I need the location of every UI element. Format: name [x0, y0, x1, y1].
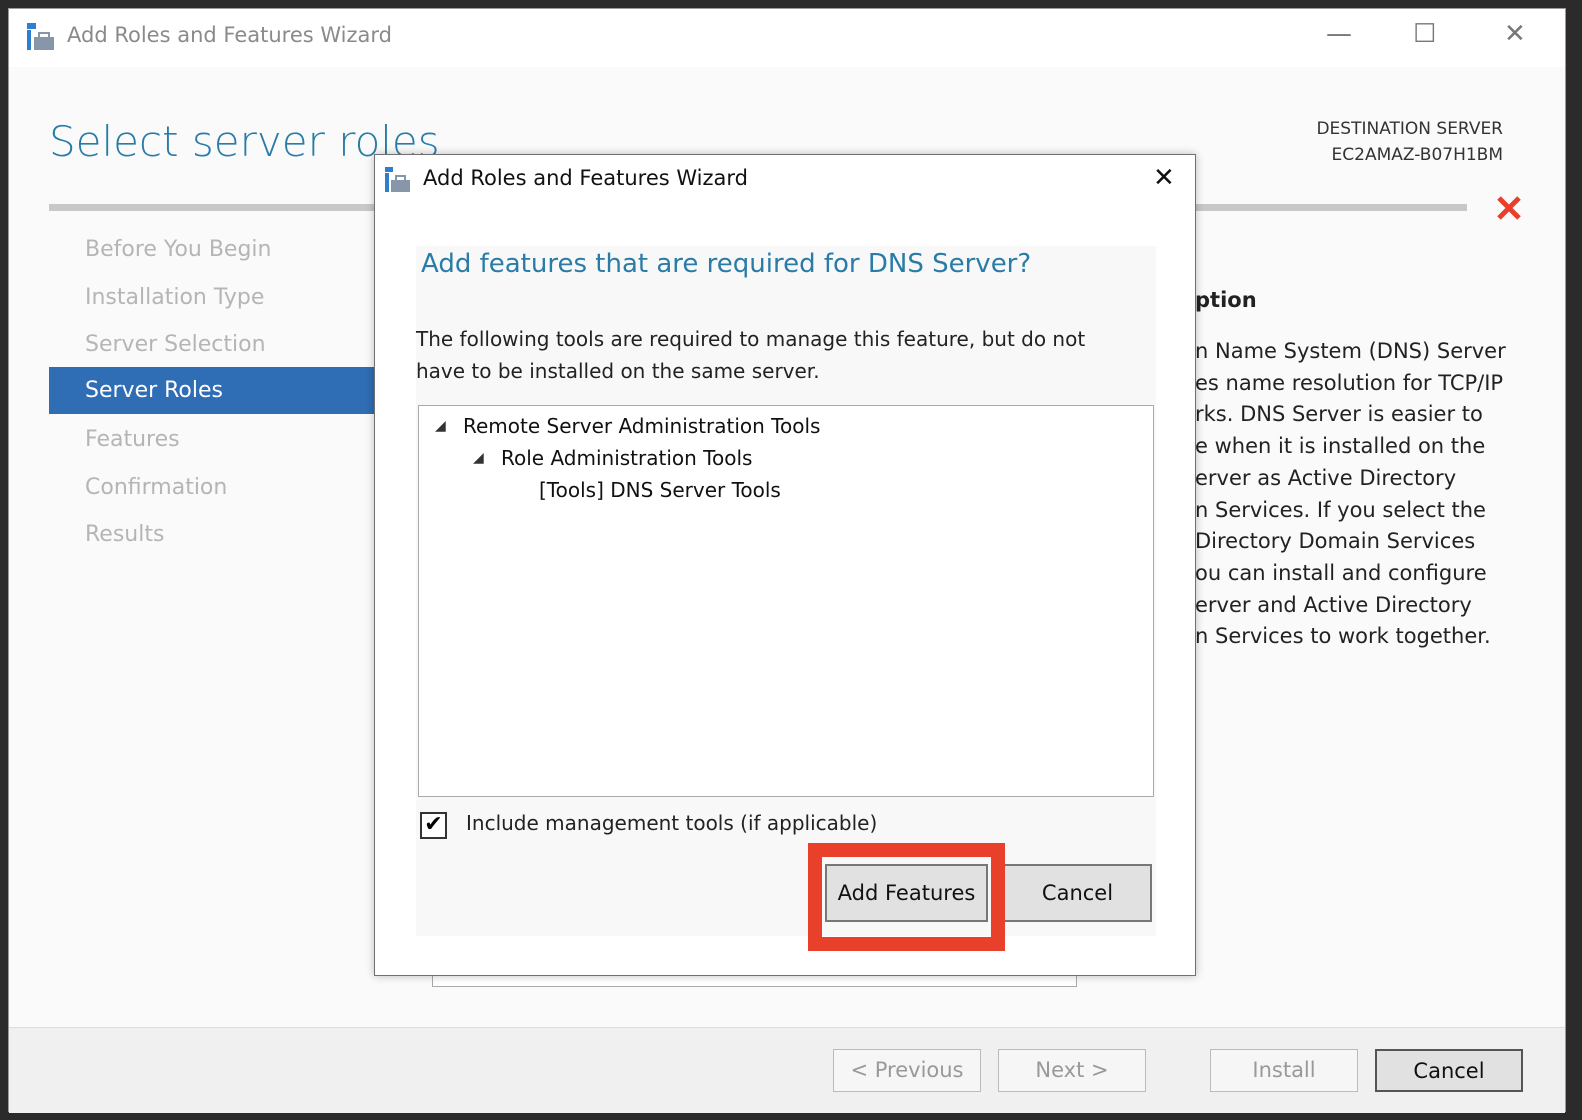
nav-server-selection[interactable]: Server Selection [49, 321, 376, 368]
description-line: n Services to work together. [1195, 624, 1491, 649]
description-line: rks. DNS Server is easier to [1195, 402, 1483, 427]
description-title: ption [1195, 288, 1257, 312]
maximize-button[interactable]: ☐ [1413, 19, 1436, 49]
expand-triangle-icon[interactable]: ◢ [473, 450, 484, 466]
description-line: es name resolution for TCP/IP [1195, 370, 1504, 395]
description-line: erver and Active Directory [1195, 592, 1472, 617]
wizard-app-icon [27, 23, 54, 50]
tree-item: Remote Server Administration Tools [463, 414, 821, 438]
include-tools-checkbox[interactable]: ✔ [420, 812, 447, 839]
red-x-icon[interactable] [1496, 195, 1522, 221]
description-line: n Name System (DNS) Server [1195, 339, 1506, 363]
dialog-heading: Add features that are required for DNS S… [421, 249, 1032, 279]
tree-item: [Tools] DNS Server Tools [539, 478, 781, 502]
description-line: n Services. If you select the [1195, 497, 1486, 522]
close-button[interactable]: ✕ [1504, 19, 1526, 49]
wizard-app-icon [385, 167, 410, 192]
description-line: ou can install and configure [1195, 560, 1487, 585]
add-features-dialog: Add Roles and Features Wizard ✕ Add feat… [374, 154, 1196, 976]
title-bar: Add Roles and Features Wizard — ☐ ✕ [9, 9, 1565, 67]
previous-button[interactable]: < Previous [833, 1049, 981, 1092]
destination-server-name: EC2AMAZ-B07H1BM [1331, 145, 1503, 165]
minimize-button[interactable]: — [1326, 19, 1352, 49]
nav-server-roles[interactable]: Server Roles [49, 367, 376, 414]
required-features-tree[interactable]: ◢ Remote Server Administration Tools ◢ R… [418, 405, 1154, 797]
dialog-close-button[interactable]: ✕ [1153, 163, 1175, 193]
expand-triangle-icon[interactable]: ◢ [435, 418, 446, 434]
description-line: erver as Active Directory [1195, 465, 1457, 490]
tree-item: Role Administration Tools [501, 446, 753, 470]
description-line: Directory Domain Services [1195, 529, 1476, 554]
nav-features[interactable]: Features [49, 416, 376, 463]
include-tools-label: Include management tools (if applicable) [466, 811, 878, 835]
dialog-text: The following tools are required to mana… [416, 327, 1086, 383]
description-text: n Name System (DNS) Server es name resol… [1195, 336, 1506, 653]
next-button[interactable]: Next > [998, 1049, 1146, 1092]
nav-confirmation[interactable]: Confirmation [49, 464, 376, 511]
nav-results[interactable]: Results [49, 511, 376, 558]
destination-server-label: DESTINATION SERVER [1316, 119, 1503, 139]
dialog-title: Add Roles and Features Wizard [423, 166, 748, 190]
install-button[interactable]: Install [1210, 1049, 1358, 1092]
dialog-cancel-button[interactable]: Cancel [1005, 864, 1152, 922]
description-line: e when it is installed on the [1195, 434, 1486, 459]
window-title: Add Roles and Features Wizard [67, 23, 392, 47]
nav-before-you-begin[interactable]: Before You Begin [49, 226, 376, 273]
nav-installation-type[interactable]: Installation Type [49, 274, 376, 321]
highlight-box [808, 843, 1005, 951]
cancel-button[interactable]: Cancel [1375, 1049, 1523, 1092]
